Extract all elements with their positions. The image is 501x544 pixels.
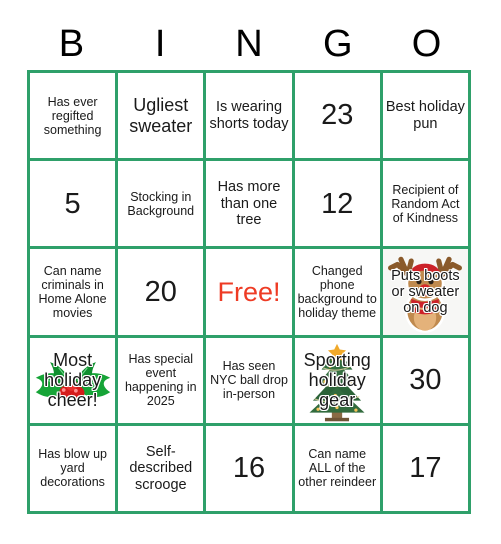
bingo-cell-r4c5[interactable]: 30 (382, 337, 471, 426)
header-letter-b: B (58, 23, 85, 65)
bingo-card: B I N G O Has ever regifted something Ugl… (0, 0, 501, 544)
bingo-cell-r4c3[interactable]: Has seen NYC ball drop in-person (206, 337, 295, 426)
bingo-cell-r3c1[interactable]: Can name criminals in Home Alone movies (30, 249, 119, 338)
header-letter-i: I (154, 23, 166, 65)
bingo-cell-r3c5[interactable]: Puts boots or sweater on dog (382, 249, 471, 338)
bingo-cell-label: 17 (409, 452, 442, 485)
bingo-cell-label: Has more than one tree (217, 179, 281, 228)
bingo-cell-r1c4[interactable]: 23 (294, 73, 383, 162)
bingo-cell-r2c3[interactable]: Has more than one tree (206, 161, 295, 250)
bingo-cell-r1c2[interactable]: Ugliest sweater (118, 73, 207, 162)
bingo-grid: Has ever regifted something Ugliest sweat… (27, 70, 471, 514)
bingo-cell-r3c3[interactable]: Free! (206, 249, 295, 338)
bingo-cell-label: 23 (321, 99, 354, 132)
bingo-cell-r2c5[interactable]: Recipient of Random Act of Kindness (382, 161, 471, 250)
bingo-cell-r5c2[interactable]: Self-described scrooge (118, 425, 207, 514)
bingo-cell-label: Self-described scrooge (129, 444, 193, 493)
bingo-cell-label: 5 (64, 187, 81, 220)
bingo-cell-r2c1[interactable]: 5 (30, 161, 119, 250)
bingo-cell-r1c1[interactable]: Has ever regifted something (30, 73, 119, 162)
bingo-cell-label: Free! (217, 276, 281, 307)
bingo-cell-label: 20 (144, 275, 177, 308)
bingo-cell-r2c2[interactable]: Stocking in Background (118, 161, 207, 250)
bingo-cell-label: Has blow up yard decorations (38, 447, 107, 490)
bingo-cell-label: Has special event happening in 2025 (124, 352, 197, 409)
bingo-cell-r1c5[interactable]: Best holiday pun (382, 73, 471, 162)
bingo-cell-label: 12 (321, 187, 354, 220)
bingo-cell-label: Most holiday cheer! (44, 349, 102, 411)
bingo-cell-label: Recipient of Random Act of Kindness (391, 182, 460, 225)
bingo-cell-r5c5[interactable]: 17 (382, 425, 471, 514)
bingo-cell-label: Has ever regifted something (43, 94, 102, 137)
bingo-cell-r5c4[interactable]: Can name ALL of the other reindeer (294, 425, 383, 514)
bingo-cell-label: Can name ALL of the other reindeer (298, 447, 377, 490)
bingo-cell-r1c3[interactable]: Is wearing shorts today (206, 73, 295, 162)
bingo-cell-label: Changed phone background to holiday them… (297, 263, 377, 320)
bingo-cell-r5c1[interactable]: Has blow up yard decorations (30, 425, 119, 514)
bingo-cell-r4c1[interactable]: Most holiday cheer! (30, 337, 119, 426)
header-letter-g: G (323, 23, 353, 65)
bingo-header: B I N G O (27, 18, 471, 70)
bingo-cell-r5c3[interactable]: 16 (206, 425, 295, 514)
bingo-cell-r4c2[interactable]: Has special event happening in 2025 (118, 337, 207, 426)
bingo-cell-label: 16 (232, 452, 266, 485)
bingo-cell-label: Can name criminals in Home Alone movies (38, 263, 107, 320)
bingo-cell-label: Best holiday pun (385, 99, 465, 132)
bingo-cell-label: Puts boots or sweater on dog (391, 267, 460, 317)
header-letter-o: O (411, 23, 442, 65)
bingo-cell-label: Stocking in Background (127, 189, 195, 218)
bingo-cell-label: Is wearing shorts today (209, 99, 289, 132)
bingo-cell-label: Ugliest sweater (129, 95, 193, 136)
bingo-cell-label: Has seen NYC ball drop in-person (210, 359, 288, 402)
bingo-cell-r3c2[interactable]: 20 (118, 249, 207, 338)
header-letter-n: N (235, 23, 263, 65)
bingo-cell-r4c4[interactable]: Sporting holiday gear (294, 337, 383, 426)
bingo-cell-r3c4[interactable]: Changed phone background to holiday them… (294, 249, 383, 338)
bingo-cell-label: Sporting holiday gear (303, 349, 371, 411)
bingo-cell-r2c4[interactable]: 12 (294, 161, 383, 250)
bingo-cell-label: 30 (409, 363, 442, 396)
